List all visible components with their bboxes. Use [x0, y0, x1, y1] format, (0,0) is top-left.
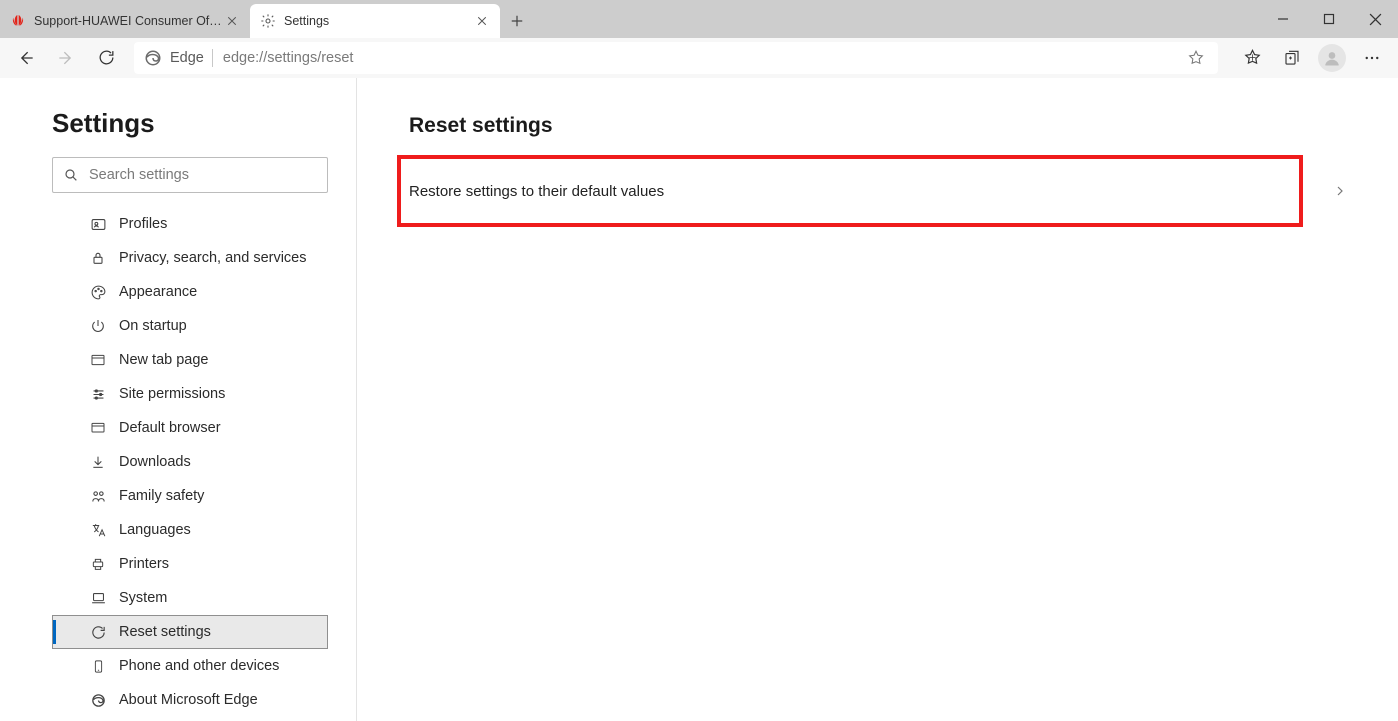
- profile-button[interactable]: [1314, 42, 1350, 74]
- grid-icon: [89, 351, 107, 369]
- gear-icon: [260, 13, 276, 29]
- sidebar-item-label: Reset settings: [119, 624, 211, 640]
- address-url[interactable]: edge://settings/reset: [223, 50, 1184, 66]
- sidebar-item-reset[interactable]: Reset settings: [52, 615, 328, 649]
- sidebar-item-downloads[interactable]: Downloads: [52, 445, 328, 479]
- more-menu-button[interactable]: [1354, 42, 1390, 74]
- address-bar[interactable]: Edge edge://settings/reset: [134, 42, 1218, 74]
- tab-settings[interactable]: Settings: [250, 4, 500, 38]
- sidebar-item-label: Appearance: [119, 284, 197, 300]
- chevron-right-icon: [1332, 183, 1348, 199]
- sliders-icon: [89, 385, 107, 403]
- sidebar-item-label: Family safety: [119, 488, 204, 504]
- sidebar-item-startup[interactable]: On startup: [52, 309, 328, 343]
- profile-card-icon: [89, 215, 107, 233]
- settings-search-input[interactable]: [89, 167, 317, 183]
- collections-button[interactable]: [1274, 42, 1310, 74]
- edge-logo-icon: [144, 49, 162, 67]
- edge-icon: [89, 691, 107, 709]
- tab-strip: Support-HUAWEI Consumer Offi… Settings: [0, 0, 1398, 38]
- sidebar-item-default-browser[interactable]: Default browser: [52, 411, 328, 445]
- settings-page: Settings Profiles Privacy, search, and s…: [0, 78, 1398, 721]
- window-minimize-button[interactable]: [1260, 0, 1306, 38]
- section-title: Reset settings: [409, 114, 1368, 138]
- settings-search[interactable]: [52, 157, 328, 193]
- forward-button[interactable]: [48, 42, 84, 74]
- restore-defaults-row[interactable]: Restore settings to their default values: [409, 168, 1368, 214]
- huawei-favicon-icon: [10, 13, 26, 29]
- phone-icon: [89, 657, 107, 675]
- search-icon: [63, 167, 79, 183]
- palette-icon: [89, 283, 107, 301]
- avatar-icon: [1318, 44, 1346, 72]
- refresh-button[interactable]: [88, 42, 124, 74]
- lock-icon: [89, 249, 107, 267]
- settings-nav: Profiles Privacy, search, and services A…: [52, 207, 328, 717]
- window-controls: [1260, 0, 1398, 38]
- sidebar-item-label: About Microsoft Edge: [119, 692, 258, 708]
- settings-sidebar: Settings Profiles Privacy, search, and s…: [0, 78, 357, 721]
- sidebar-item-phone[interactable]: Phone and other devices: [52, 649, 328, 683]
- power-icon: [89, 317, 107, 335]
- toolbar-right: [1228, 42, 1390, 74]
- sidebar-item-label: Printers: [119, 556, 169, 572]
- sidebar-item-profiles[interactable]: Profiles: [52, 207, 328, 241]
- download-icon: [89, 453, 107, 471]
- sidebar-item-system[interactable]: System: [52, 581, 328, 615]
- favorite-outline-icon[interactable]: [1184, 42, 1208, 74]
- sidebar-item-label: New tab page: [119, 352, 208, 368]
- new-tab-button[interactable]: [500, 4, 534, 38]
- reset-icon: [89, 623, 107, 641]
- tab-close-icon[interactable]: [224, 13, 240, 29]
- browser-toolbar: Edge edge://settings/reset: [0, 38, 1398, 78]
- language-icon: [89, 521, 107, 539]
- sidebar-item-label: Languages: [119, 522, 191, 538]
- tab-title: Support-HUAWEI Consumer Offi…: [34, 14, 224, 28]
- favorites-button[interactable]: [1234, 42, 1270, 74]
- tab-title: Settings: [284, 14, 474, 28]
- family-icon: [89, 487, 107, 505]
- sidebar-item-appearance[interactable]: Appearance: [52, 275, 328, 309]
- tab-close-icon[interactable]: [474, 13, 490, 29]
- sidebar-item-label: Default browser: [119, 420, 221, 436]
- sidebar-item-site-permissions[interactable]: Site permissions: [52, 377, 328, 411]
- sidebar-item-label: Privacy, search, and services: [119, 250, 307, 266]
- tab-huawei[interactable]: Support-HUAWEI Consumer Offi…: [0, 4, 250, 38]
- sidebar-item-label: Site permissions: [119, 386, 225, 402]
- sidebar-item-about[interactable]: About Microsoft Edge: [52, 683, 328, 717]
- back-button[interactable]: [8, 42, 44, 74]
- window-maximize-button[interactable]: [1306, 0, 1352, 38]
- address-origin-label: Edge: [170, 50, 204, 66]
- sidebar-item-privacy[interactable]: Privacy, search, and services: [52, 241, 328, 275]
- sidebar-item-label: System: [119, 590, 167, 606]
- laptop-icon: [89, 589, 107, 607]
- sidebar-item-printers[interactable]: Printers: [52, 547, 328, 581]
- sidebar-item-newtab[interactable]: New tab page: [52, 343, 328, 377]
- sidebar-item-family[interactable]: Family safety: [52, 479, 328, 513]
- settings-main: Reset settings Restore settings to their…: [357, 78, 1398, 721]
- restore-defaults-label: Restore settings to their default values: [409, 183, 664, 200]
- sidebar-item-label: On startup: [119, 318, 187, 334]
- sidebar-item-label: Profiles: [119, 216, 167, 232]
- sidebar-item-label: Phone and other devices: [119, 658, 279, 674]
- page-title: Settings: [52, 108, 342, 139]
- window-icon: [89, 419, 107, 437]
- sidebar-item-label: Downloads: [119, 454, 191, 470]
- window-close-button[interactable]: [1352, 0, 1398, 38]
- sidebar-item-languages[interactable]: Languages: [52, 513, 328, 547]
- address-separator: [212, 49, 213, 67]
- printer-icon: [89, 555, 107, 573]
